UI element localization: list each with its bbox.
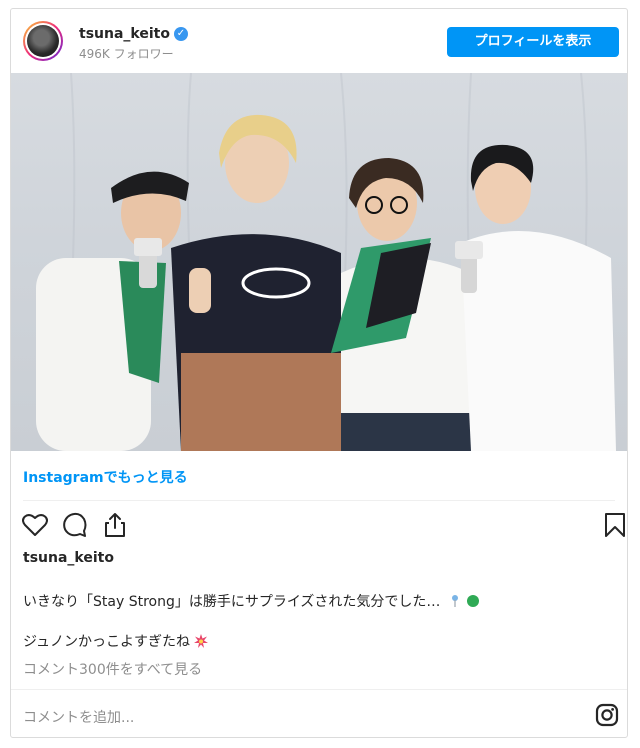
caption-line-2: ジュノンかっこよすぎたね [23, 634, 191, 650]
caption-line-1: いきなり「Stay Strong」は勝手にサプライズされた気分でした… [23, 594, 441, 610]
post-photo[interactable] [11, 73, 627, 451]
caption-text: いきなり「Stay Strong」は勝手にサプライズされた気分でした… [23, 591, 480, 611]
username[interactable]: tsuna_keito [79, 26, 170, 42]
share-icon[interactable] [99, 509, 131, 541]
pushpin-emoji-icon [451, 595, 458, 607]
person-4 [455, 144, 616, 451]
green-circle-emoji-icon [467, 595, 480, 607]
bookmark-icon[interactable] [599, 509, 631, 541]
person-1 [36, 171, 189, 451]
explosion-emoji-icon [194, 634, 209, 648]
avatar[interactable] [23, 21, 63, 61]
add-comment-input[interactable]: コメントを追加... [23, 707, 134, 727]
person-3 [331, 158, 471, 451]
post-header: tsuna_keito ✓ 496K フォロワー プロフィールを表示 [11, 9, 627, 73]
divider [11, 689, 627, 690]
view-profile-button[interactable]: プロフィールを表示 [447, 27, 619, 57]
instagram-embed-card: tsuna_keito ✓ 496K フォロワー プロフィールを表示 Insta… [10, 8, 628, 738]
heart-icon[interactable] [19, 509, 51, 541]
follower-count: 496K フォロワー [79, 47, 174, 61]
instagram-icon[interactable] [595, 703, 619, 727]
view-all-comments-link[interactable]: コメント300件をすべて見る [23, 659, 202, 679]
post-owner-username[interactable]: tsuna_keito [23, 550, 114, 566]
divider [23, 500, 615, 501]
view-more-on-instagram-link[interactable]: Instagramでもっと見る [23, 467, 188, 487]
person-2 [171, 114, 341, 451]
comment-icon[interactable] [59, 509, 91, 541]
action-bar [19, 509, 625, 541]
verified-badge-icon: ✓ [174, 27, 188, 41]
caption-line-2-row: ジュノンかっこよすぎたね [23, 631, 209, 651]
